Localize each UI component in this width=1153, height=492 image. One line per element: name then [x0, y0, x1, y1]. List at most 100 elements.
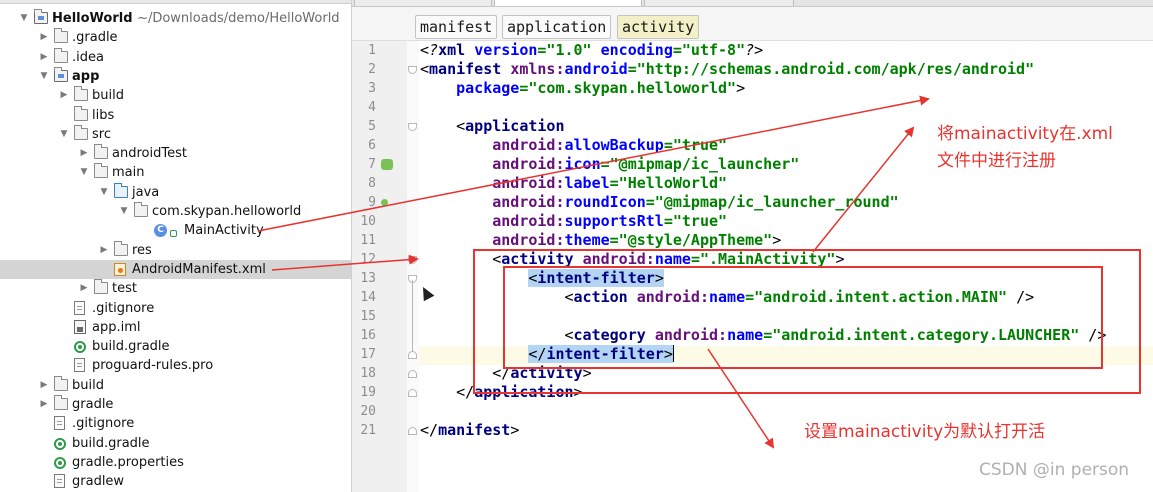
breadcrumb-application[interactable]: application — [502, 15, 612, 39]
tree-item-androidtest[interactable]: ▶ androidTest — [0, 144, 351, 163]
tree-item-name: gradlew — [72, 474, 125, 490]
line-number: 16 — [360, 328, 376, 343]
editor-tab-activity-main[interactable] — [644, 0, 794, 6]
gradle-icon — [54, 456, 66, 469]
chevron-right-icon[interactable]: ▶ — [78, 279, 90, 298]
tree-item-main[interactable]: ▼ main — [0, 163, 351, 182]
line-number: 14 — [360, 290, 376, 305]
tree-item-label: res — [132, 241, 152, 260]
tree-item-name: gradle — [72, 397, 114, 412]
tree-item-label: .idea — [72, 48, 104, 67]
tree-item-idea[interactable]: ▶ .idea — [0, 47, 351, 67]
folder-icon — [54, 375, 68, 391]
tree-item-label: .gradle — [72, 28, 118, 47]
tree-item-app-build-gradle[interactable]: build.gradle — [0, 337, 351, 356]
chevron-down-icon[interactable]: ▼ — [118, 202, 130, 221]
line-number: 5 — [368, 119, 376, 134]
tree-item-libs[interactable]: libs — [0, 105, 351, 125]
line-number: 19 — [360, 385, 376, 400]
line-number: 3 — [368, 81, 376, 96]
tree-item-mainactivity[interactable]: C MainActivity — [0, 221, 351, 240]
tree-item-test[interactable]: ▶ test — [0, 279, 351, 298]
launcher-note: 设置mainactivity为默认打开活 — [804, 422, 1046, 442]
code-line-14: <action android:name="android.intent.act… — [420, 288, 1035, 306]
chevron-right-icon[interactable]: ▶ — [78, 144, 90, 163]
tree-item-label: libs — [92, 106, 114, 125]
chevron-down-icon[interactable]: ▼ — [78, 163, 90, 182]
tree-item-gitignore[interactable]: .gitignore — [0, 414, 351, 433]
register-note-line2: 文件中进行注册 — [937, 151, 1056, 171]
tree-item-name: MainActivity — [184, 223, 264, 239]
tree-item-gradle[interactable]: ▶ gradle — [0, 395, 351, 414]
fold-end-marker-icon[interactable] — [408, 370, 417, 378]
code-line-21: </manifest> — [420, 421, 520, 439]
tree-item-name: AndroidManifest.xml — [132, 261, 266, 277]
tree-item-app-build[interactable]: ▶ build — [0, 86, 351, 105]
tree-item-app-iml[interactable]: app.iml — [0, 318, 351, 337]
watermark: CSDN @in person — [979, 460, 1130, 480]
chevron-right-icon[interactable]: ▶ — [58, 86, 70, 105]
tree-item-name: libs — [92, 107, 115, 123]
tree-item-gradlew[interactable]: gradlew — [0, 472, 351, 491]
folder-icon — [54, 47, 68, 63]
code-line-5: <application — [420, 117, 565, 135]
code-line-16: <category android:name="android.intent.c… — [420, 326, 1107, 344]
chevron-right-icon[interactable]: ▶ — [38, 48, 50, 67]
tree-item-app-gitignore[interactable]: .gitignore — [0, 299, 351, 318]
line-number: 8 — [368, 176, 376, 191]
tree-item-app[interactable]: ▼ app — [0, 66, 351, 86]
code-line-18: </activity> — [420, 364, 592, 382]
tree-item-label: MainActivity — [184, 221, 264, 240]
fold-end-marker-icon[interactable] — [408, 389, 417, 397]
tree-item-gradle-dir[interactable]: ▶ .gradle — [0, 28, 351, 47]
chevron-down-icon[interactable]: ▼ — [98, 183, 110, 202]
folder-icon — [94, 279, 108, 295]
tree-item-label: .gitignore — [92, 299, 154, 318]
editor-tab-manifest[interactable] — [494, 0, 642, 6]
tree-item-gradle-properties[interactable]: gradle.properties — [0, 453, 351, 472]
chevron-right-icon[interactable]: ▶ — [98, 241, 110, 260]
breadcrumb-manifest[interactable]: manifest — [415, 15, 498, 39]
android-icon[interactable] — [381, 159, 393, 170]
chevron-right-icon[interactable]: ▶ — [38, 376, 50, 395]
tree-item-name: HelloWorld — [52, 11, 133, 26]
tree-item-build[interactable]: ▶ build — [0, 375, 351, 395]
tree-item-src[interactable]: ▼ src — [0, 124, 351, 144]
line-number: 7 — [368, 157, 376, 172]
line-number: 6 — [368, 138, 376, 153]
code-line-13: <intent-filter> — [528, 269, 664, 287]
code-line-12: <activity android:name=".MainActivity"> — [420, 250, 845, 268]
tree-item-helloworld[interactable]: ▼ HelloWorld ~/Downloads/demo/HelloWorld — [0, 9, 351, 28]
round-icon-preview-icon[interactable] — [381, 199, 388, 206]
code-line-2: <manifest xmlns:android="http://schemas.… — [420, 60, 1035, 78]
tree-item-label: build.gradle — [92, 337, 170, 356]
folder-icon — [74, 86, 88, 102]
folder-icon — [134, 202, 148, 217]
chevron-down-icon[interactable]: ▼ — [18, 9, 30, 28]
tree-item-androidmanifest[interactable]: AndroidManifest.xml — [0, 259, 351, 279]
chevron-down-icon[interactable]: ▼ — [58, 125, 70, 144]
chevron-right-icon[interactable]: ▶ — [38, 28, 50, 47]
tree-item-label: AndroidManifest.xml — [132, 260, 266, 279]
tree-item-label: HelloWorld ~/Downloads/demo/HelloWorld — [52, 9, 340, 28]
code-line-10: android:supportsRtl="true" — [492, 212, 728, 230]
line-number: 4 — [368, 100, 376, 115]
tree-item-label: build.gradle — [72, 434, 150, 453]
fold-end-marker-icon[interactable] — [408, 351, 417, 359]
tree-item-proguard-rules[interactable]: proguard-rules.pro — [0, 356, 351, 375]
tree-item-java[interactable]: ▼ java — [0, 182, 351, 202]
editor-tab-layout[interactable] — [354, 0, 492, 6]
tree-item-label: src — [92, 125, 111, 144]
fold-end-marker-icon[interactable] — [408, 427, 417, 435]
breadcrumb-activity[interactable]: activity — [617, 15, 700, 39]
tree-item-label: gradle — [72, 395, 113, 414]
module-file-icon — [74, 319, 86, 334]
tree-item-name: build — [72, 377, 104, 393]
tree-item-package[interactable]: ▼ com.skypan.helloworld — [0, 202, 351, 221]
tree-item-build-gradle[interactable]: build.gradle — [0, 434, 351, 453]
class-icon: C — [154, 224, 167, 238]
chevron-right-icon[interactable]: ▶ — [38, 395, 50, 414]
code-line-11: android:theme="@style/AppTheme"> — [492, 231, 782, 249]
chevron-down-icon[interactable]: ▼ — [38, 67, 50, 86]
tree-item-res[interactable]: ▶ res — [0, 240, 351, 260]
